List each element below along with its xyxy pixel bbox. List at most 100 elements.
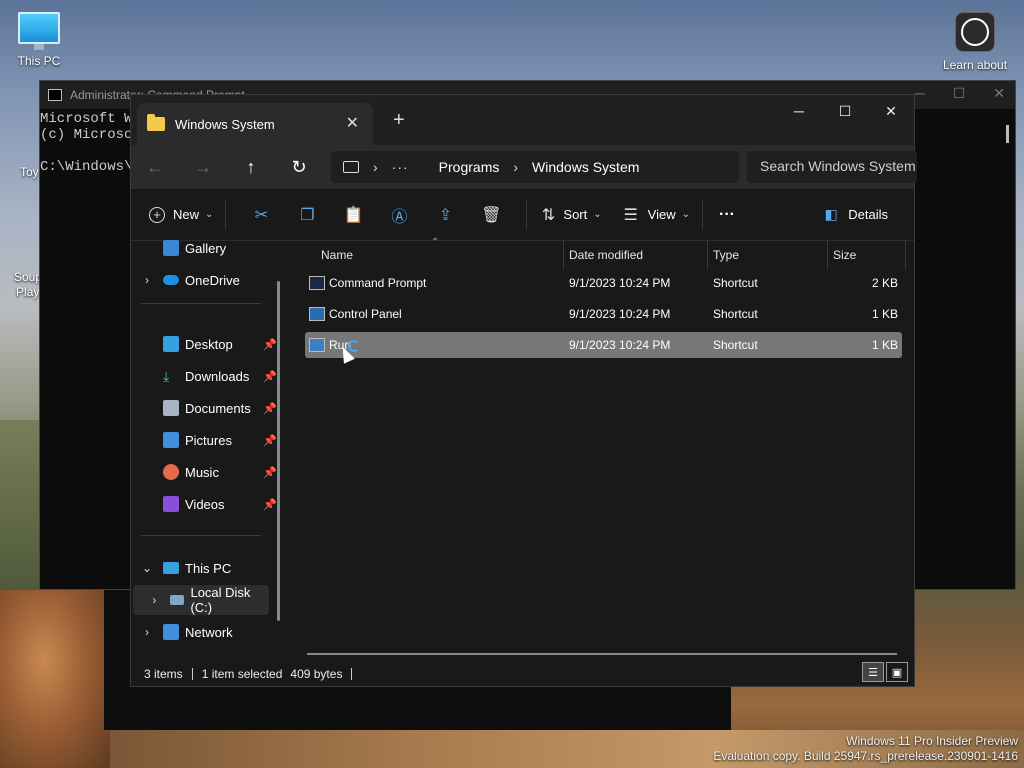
nav-item-videos[interactable]: Videos 📌	[131, 489, 281, 519]
horizontal-scrollbar[interactable]	[307, 653, 897, 655]
status-divider	[191, 668, 193, 680]
nav-item-gallery[interactable]: Gallery	[131, 233, 281, 263]
forward-button[interactable]: →	[179, 145, 227, 189]
delete-button[interactable]: 🗑	[481, 206, 501, 224]
nav-item-network[interactable]: › Network	[131, 617, 281, 647]
search-input[interactable]: Search Windows System	[747, 151, 917, 183]
nav-label: Network	[185, 624, 233, 640]
new-label: New	[173, 207, 200, 222]
chevron-right-icon[interactable]: ›	[373, 159, 378, 175]
folder-icon	[147, 114, 165, 131]
column-separator[interactable]	[707, 241, 708, 269]
file-type: Shortcut	[713, 307, 758, 321]
file-list: ⌃ Name Date modified Type Size Command P…	[291, 237, 914, 659]
view-label: View	[647, 207, 676, 222]
nav-divider	[141, 535, 261, 536]
address-bar-row: ← → ↑ ↻ › ··· Programs › Windows System …	[131, 145, 917, 189]
cut-button[interactable]: ✂	[252, 206, 270, 224]
chevron-right-icon[interactable]: ›	[139, 625, 155, 639]
table-row[interactable]: Control Panel 9/1/2023 10:24 PM Shortcut…	[305, 301, 902, 327]
new-button[interactable]: + New ⌄	[149, 206, 213, 223]
pin-icon: 📌	[263, 370, 277, 383]
nav-item-onedrive[interactable]: › OneDrive	[131, 265, 281, 295]
nav-label: Documents	[185, 400, 251, 416]
close-icon[interactable]: ✕	[993, 85, 1005, 102]
status-bar: 3 items 1 item selected 409 bytes ☰ ▣	[131, 661, 914, 687]
sort-caret-icon: ⌃	[431, 237, 440, 248]
column-name[interactable]: Name	[321, 248, 353, 262]
chevron-right-icon[interactable]: ›	[139, 273, 155, 287]
back-button[interactable]: ←	[131, 145, 179, 189]
new-tab-button[interactable]: +	[393, 109, 405, 132]
refresh-button[interactable]: ↻	[275, 145, 323, 189]
cmd-scrollbar[interactable]	[1006, 125, 1009, 143]
desktop-icon-peek-play[interactable]: Play	[16, 285, 39, 299]
nav-item-music[interactable]: Music 📌	[131, 457, 281, 487]
busy-spinner-icon	[348, 340, 360, 352]
column-size[interactable]: Size	[833, 248, 856, 262]
nav-item-local-disk[interactable]: › Local Disk (C:)	[133, 585, 269, 615]
column-separator[interactable]	[827, 241, 828, 269]
minimize-button[interactable]: ─	[776, 95, 822, 127]
tab-close-icon[interactable]: ✕	[346, 113, 359, 133]
more-options-button[interactable]: ···	[719, 206, 735, 224]
file-size: 2 KB	[871, 276, 898, 290]
build-watermark: Windows 11 Pro Insider Preview Evaluatio…	[713, 734, 1018, 764]
breadcrumb-programs[interactable]: Programs	[439, 159, 500, 175]
column-type[interactable]: Type	[713, 248, 739, 262]
shortcut-icon	[309, 307, 325, 321]
nav-item-this-pc[interactable]: ⌄ This PC	[131, 553, 281, 583]
share-button[interactable]: ⇪	[436, 206, 454, 224]
details-view-icon[interactable]: ☰	[862, 662, 884, 682]
nav-label: Local Disk (C:)	[190, 585, 251, 615]
file-date: 9/1/2023 10:24 PM	[569, 276, 671, 290]
pin-icon: 📌	[263, 434, 277, 447]
close-button[interactable]: ✕	[868, 95, 914, 127]
minimize-icon[interactable]: ─	[915, 85, 925, 102]
breadcrumb-windows-system[interactable]: Windows System	[532, 159, 639, 175]
sort-button[interactable]: ⇅ Sort ⌄	[539, 206, 602, 224]
nav-item-documents[interactable]: Documents 📌	[131, 393, 281, 423]
column-date[interactable]: Date modified	[569, 248, 643, 262]
nav-scrollbar[interactable]	[277, 281, 280, 621]
details-button[interactable]: ◧ Details	[822, 206, 888, 224]
file-type: Shortcut	[713, 338, 758, 352]
desktop-icon-peek-soup[interactable]: Soup	[14, 270, 42, 284]
chevron-right-icon[interactable]: ›	[147, 593, 162, 607]
this-pc-icon[interactable]	[343, 161, 359, 173]
desktop-icon-learn-about[interactable]: Learn about	[938, 12, 1012, 72]
copy-button[interactable]: ❐	[298, 206, 316, 224]
file-size: 1 KB	[871, 307, 898, 321]
pin-icon: 📌	[263, 338, 277, 351]
nav-item-desktop[interactable]: Desktop 📌	[131, 329, 281, 359]
cmd-icon	[48, 89, 62, 101]
rename-button[interactable]: Ⓐ	[390, 206, 408, 226]
maximize-icon[interactable]: ☐	[953, 85, 966, 102]
table-row-selected[interactable]: Run 9/1/2023 10:24 PM Shortcut 1 KB	[305, 332, 902, 358]
column-separator[interactable]	[905, 241, 906, 269]
up-button[interactable]: ↑	[227, 145, 275, 189]
table-row[interactable]: Command Prompt 9/1/2023 10:24 PM Shortcu…	[305, 270, 902, 296]
desktop-icon-peek-toy[interactable]: Toy	[20, 165, 39, 179]
chevron-right-icon[interactable]: ›	[513, 159, 518, 175]
pin-icon: 📌	[263, 402, 277, 415]
chevron-down-icon: ⌄	[593, 209, 602, 220]
nav-label: Videos	[185, 496, 225, 512]
desktop-icon-this-pc[interactable]: This PC	[2, 12, 76, 68]
paste-button[interactable]: 📋	[343, 206, 363, 224]
rename-icon: Ⓐ	[391, 208, 408, 226]
breadcrumb-overflow[interactable]: ···	[392, 159, 409, 175]
status-divider	[351, 668, 353, 680]
maximize-button[interactable]: ☐	[822, 95, 868, 127]
view-button[interactable]: ☰ View ⌄	[622, 206, 690, 224]
chevron-down-icon[interactable]: ⌄	[139, 561, 155, 575]
tab-windows-system[interactable]: Windows System ✕	[137, 103, 373, 145]
tiles-view-icon[interactable]: ▣	[886, 662, 908, 682]
nav-item-pictures[interactable]: Pictures 📌	[131, 425, 281, 455]
desktop-icon-label: This PC	[17, 54, 61, 68]
explorer-window[interactable]: Windows System ✕ + ─ ☐ ✕ ← → ↑ ↻ › ··· P…	[130, 94, 917, 687]
column-separator[interactable]	[563, 241, 564, 269]
nav-label: Downloads	[185, 368, 250, 384]
breadcrumb[interactable]: › ··· Programs › Windows System	[331, 151, 739, 183]
nav-item-downloads[interactable]: ⤓ Downloads 📌	[131, 361, 281, 391]
